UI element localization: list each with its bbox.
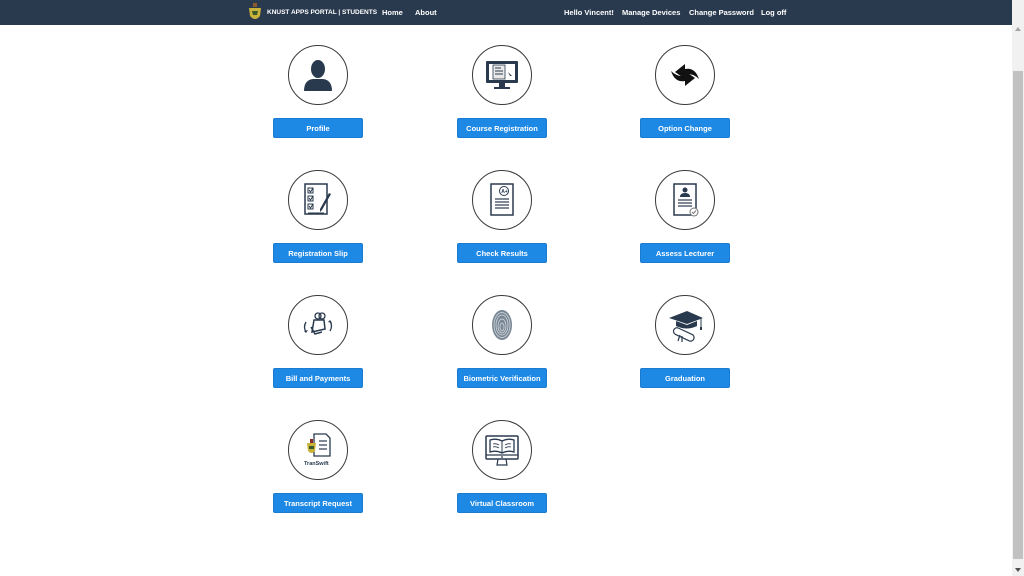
check-results-icon-circle[interactable]: A+ <box>472 170 532 230</box>
profile-document-check-icon <box>673 183 699 217</box>
tile-biometric-verification: Biometric Verification <box>442 294 562 394</box>
top-navbar: KNUST APPS PORTAL | STUDENTS Home About … <box>0 0 1012 25</box>
tile-transcript-request: TranSwift Transcript Request <box>258 419 378 519</box>
assess-lecturer-button[interactable]: Assess Lecturer <box>640 243 730 263</box>
tile-registration-slip: Registration Slip <box>258 169 378 269</box>
monitor-book-icon <box>485 435 519 466</box>
grade-document-icon: A+ <box>490 183 514 216</box>
brand[interactable]: KNUST APPS PORTAL | STUDENTS <box>248 3 377 22</box>
scroll-up-arrow-icon[interactable] <box>1015 27 1021 31</box>
option-change-icon-circle[interactable] <box>655 45 715 105</box>
nav-hello-user[interactable]: Hello Vincent! <box>564 8 614 17</box>
registration-slip-icon-circle[interactable] <box>288 170 348 230</box>
knust-crest-icon <box>249 3 261 19</box>
virtual-classroom-button[interactable]: Virtual Classroom <box>457 493 547 513</box>
transwift-text: TranSwift <box>304 461 329 467</box>
checklist-pen-icon <box>304 183 331 215</box>
tile-virtual-classroom: Virtual Classroom <box>442 419 562 519</box>
check-results-button[interactable]: Check Results <box>457 243 547 263</box>
vertical-scrollbar[interactable] <box>1012 0 1024 576</box>
tile-check-results: A+ Check Results <box>442 169 562 269</box>
nav-log-off[interactable]: Log off <box>761 8 786 17</box>
graduation-icon-circle[interactable] <box>655 295 715 355</box>
transcript-request-button[interactable]: Transcript Request <box>273 493 363 513</box>
graduation-button[interactable]: Graduation <box>640 368 730 388</box>
tile-profile: Profile <box>258 44 378 144</box>
biometric-icon-circle[interactable] <box>472 295 532 355</box>
nav-manage-devices[interactable]: Manage Devices <box>622 8 680 17</box>
bill-and-payments-button[interactable]: Bill and Payments <box>273 368 363 388</box>
assess-lecturer-icon-circle[interactable] <box>655 170 715 230</box>
virtual-classroom-icon-circle[interactable] <box>472 420 532 480</box>
monitor-document-icon <box>486 61 518 89</box>
svg-text:A+: A+ <box>501 189 508 195</box>
course-registration-icon-circle[interactable] <box>472 45 532 105</box>
fingerprint-icon <box>492 310 512 340</box>
profile-icon-circle[interactable] <box>288 45 348 105</box>
swap-arrows-icon <box>671 64 699 86</box>
transcript-icon-circle[interactable]: TranSwift <box>288 420 348 480</box>
tile-option-change: Option Change <box>625 44 745 144</box>
user-silhouette-icon <box>304 60 332 91</box>
profile-button[interactable]: Profile <box>273 118 363 138</box>
scroll-down-arrow-icon[interactable] <box>1015 568 1021 572</box>
graduation-cap-diploma-icon <box>669 311 703 342</box>
money-bag-hand-icon <box>303 312 333 335</box>
biometric-verification-button[interactable]: Biometric Verification <box>457 368 547 388</box>
tile-bill-and-payments: Bill and Payments <box>258 294 378 394</box>
course-registration-button[interactable]: Course Registration <box>457 118 547 138</box>
tile-graduation: Graduation <box>625 294 745 394</box>
bill-payments-icon-circle[interactable] <box>288 295 348 355</box>
brand-title: KNUST APPS PORTAL | STUDENTS <box>267 9 378 16</box>
option-change-button[interactable]: Option Change <box>640 118 730 138</box>
registration-slip-button[interactable]: Registration Slip <box>273 243 363 263</box>
transwift-document-icon: TranSwift <box>304 433 331 467</box>
scrollbar-thumb[interactable] <box>1013 71 1023 559</box>
tile-course-registration: Course Registration <box>442 44 562 144</box>
nav-home[interactable]: Home <box>382 8 403 17</box>
tile-assess-lecturer: Assess Lecturer <box>625 169 745 269</box>
nav-about[interactable]: About <box>415 8 437 17</box>
nav-change-password[interactable]: Change Password <box>689 8 754 17</box>
